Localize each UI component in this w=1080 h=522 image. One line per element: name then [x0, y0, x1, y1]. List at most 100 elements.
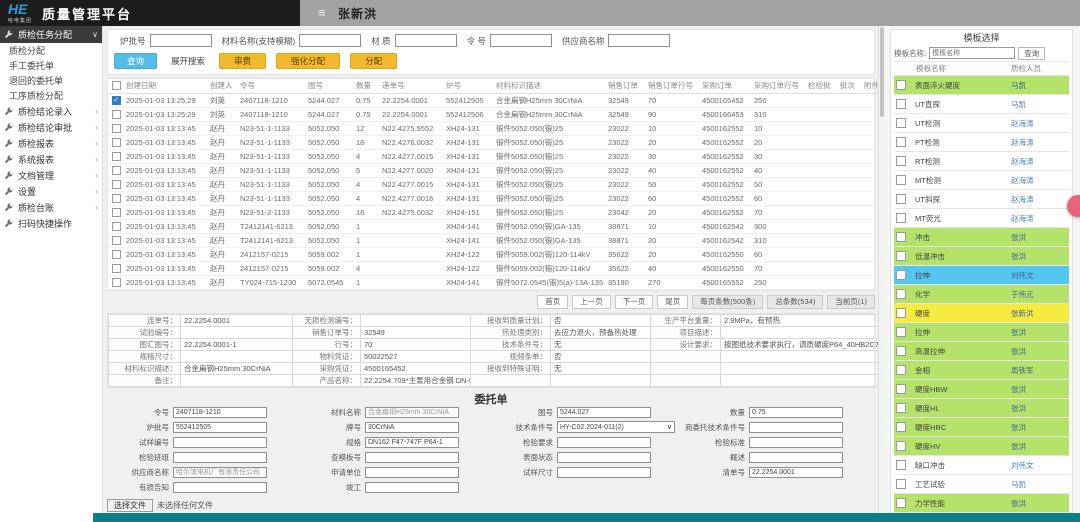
template-row-checkbox[interactable] [896, 232, 906, 242]
order-number-link[interactable]: TY024-715-1230 [238, 275, 306, 289]
inspector-name[interactable]: 张洪 [1011, 441, 1067, 452]
inspector-name[interactable]: 张洪 [1011, 327, 1067, 338]
sidebar-item[interactable]: 质检分配 [0, 43, 102, 58]
inspector-name[interactable]: 赵海涛 [1011, 213, 1067, 224]
inspector-name[interactable]: 周铁军 [1011, 365, 1067, 376]
template-row-checkbox[interactable] [896, 327, 906, 337]
form-input[interactable] [365, 452, 459, 463]
row-checkbox[interactable] [112, 180, 121, 189]
template-row-checkbox[interactable] [896, 270, 906, 280]
search-input[interactable] [395, 34, 457, 47]
row-checkbox[interactable] [112, 250, 121, 259]
assign-button[interactable]: 分配 [350, 53, 397, 69]
sidebar-item[interactable]: 质检任务分配∨ [0, 26, 102, 43]
select-all-checkbox[interactable] [112, 81, 121, 90]
inspector-name[interactable]: 张洪 [1011, 346, 1067, 357]
sidebar-item[interactable]: 退回的委托单 [0, 73, 102, 88]
table-row[interactable]: 2025-01-03 13:13:45赵丹T2412141-62135052.0… [108, 219, 879, 233]
inspector-name[interactable]: 赵海涛 [1011, 137, 1067, 148]
sidebar-item[interactable]: 系统报表‹ [0, 151, 102, 167]
template-row[interactable]: 拉伸张洪 [894, 323, 1069, 342]
template-row[interactable]: 冲击张洪 [894, 228, 1069, 247]
row-checkbox[interactable] [112, 236, 121, 245]
order-number-link[interactable]: 2407118-1210 [238, 107, 306, 121]
order-number-link[interactable]: N23-51-1-1133 [238, 135, 306, 149]
form-input[interactable] [557, 407, 651, 418]
table-row[interactable]: 2025-01-03 13:13:45赵丹N23-51-1-11335052.0… [108, 177, 879, 191]
order-number-link[interactable]: N23-51-1-1133 [238, 177, 306, 191]
sidebar-item[interactable]: 设置‹ [0, 183, 102, 199]
table-row[interactable]: 2025-01-03 13:13:45赵丹N23-51-1-11335052.0… [108, 121, 879, 135]
template-row[interactable]: 化学于伟元 [894, 285, 1069, 304]
prev-page-button[interactable]: 上一页 [572, 295, 611, 309]
inspector-name[interactable]: 赵海涛 [1011, 194, 1067, 205]
template-row-checkbox[interactable] [896, 346, 906, 356]
template-row-checkbox[interactable] [896, 289, 906, 299]
form-input[interactable] [173, 482, 267, 493]
next-page-button[interactable]: 下一页 [615, 295, 654, 309]
template-row-checkbox[interactable] [896, 460, 906, 470]
template-row-checkbox[interactable] [896, 194, 906, 204]
template-row[interactable]: UT直探马凯 [894, 95, 1069, 114]
template-row-checkbox[interactable] [896, 118, 906, 128]
form-input[interactable] [173, 407, 267, 418]
form-input[interactable] [557, 437, 651, 448]
inspector-name[interactable]: 马凯 [1011, 99, 1067, 110]
search-input[interactable] [490, 34, 552, 47]
form-input[interactable] [749, 437, 843, 448]
template-row[interactable]: 硬度HV张洪 [894, 437, 1069, 456]
row-checkbox[interactable] [112, 110, 121, 119]
enhanced-assign-button[interactable]: 强化分配 [276, 53, 340, 69]
order-number-link[interactable]: N23-51-1-1133 [238, 121, 306, 135]
template-row-checkbox[interactable] [896, 422, 906, 432]
template-row[interactable]: UT斜探赵海涛 [894, 190, 1069, 209]
template-row[interactable]: 工艺试验马凯 [894, 475, 1069, 494]
template-row-checkbox[interactable] [896, 156, 906, 166]
template-row-checkbox[interactable] [896, 213, 906, 223]
form-input[interactable] [749, 422, 843, 433]
sidebar-item[interactable]: 质检结论审批‹ [0, 119, 102, 135]
order-number-link[interactable]: N23-51-1-1133 [238, 149, 306, 163]
inspector-name[interactable]: 马凯 [1011, 80, 1067, 91]
template-row[interactable]: 低温冲击张洪 [894, 247, 1069, 266]
template-row-checkbox[interactable] [896, 80, 906, 90]
row-checkbox[interactable]: ✓ [112, 96, 121, 105]
template-row[interactable]: UT检测赵海涛 [894, 114, 1069, 133]
template-row-checkbox[interactable] [896, 99, 906, 109]
table-row[interactable]: 2025-01-03 13:13:45赵丹N23-51-2-11335052.0… [108, 205, 879, 219]
template-row-checkbox[interactable] [896, 251, 906, 261]
form-input[interactable] [557, 452, 651, 463]
table-row[interactable]: 2025-01-03 13:13:45赵丹N23-51-1-11335052.0… [108, 163, 879, 177]
inspector-name[interactable]: 赵海涛 [1011, 118, 1067, 129]
sidebar-item[interactable]: 质检结论录入‹ [0, 103, 102, 119]
template-row[interactable]: 硬度HL张洪 [894, 399, 1069, 418]
sidebar-item[interactable]: 质检台账‹ [0, 199, 102, 215]
sidebar-item[interactable]: 扫码快捷操作 [0, 215, 102, 231]
order-number-link[interactable]: T2412141-6213 [238, 219, 306, 233]
template-row[interactable]: PT检测赵海涛 [894, 133, 1069, 152]
first-page-button[interactable]: 首页 [537, 295, 568, 309]
table-row[interactable]: 2025-01-03 13:13:45赵丹N23-51-1-11335052.0… [108, 191, 879, 205]
form-input[interactable] [749, 407, 843, 418]
order-number-link[interactable]: 2412157-0215 [238, 247, 306, 261]
user-name[interactable]: 张新洪 [338, 5, 377, 22]
template-search-button[interactable]: 查询 [1018, 47, 1045, 60]
form-input[interactable] [365, 422, 459, 433]
table-row[interactable]: 2025-01-03 13:13:45赵丹N23-51-1-11335052.0… [108, 149, 879, 163]
row-checkbox[interactable] [112, 124, 121, 133]
search-input[interactable] [299, 34, 361, 47]
template-row[interactable]: 表面淬火硬度马凯 [894, 76, 1069, 95]
form-input[interactable] [557, 467, 651, 478]
order-number-link[interactable]: N23-51-1-1133 [238, 191, 306, 205]
hamburger-icon[interactable]: ≡ [318, 5, 326, 20]
last-page-button[interactable]: 尾页 [657, 295, 688, 309]
template-row-checkbox[interactable] [896, 479, 906, 489]
inspector-name[interactable]: 于伟元 [1011, 289, 1067, 300]
expand-search-button[interactable]: 展开搜索 [167, 53, 209, 69]
template-row[interactable]: MT荧光赵海涛 [894, 209, 1069, 228]
table-row[interactable]: 2025-01-03 13:25:29刘英2407118-12105244.02… [108, 107, 879, 121]
file-select-button[interactable]: 选择文件 [107, 499, 153, 512]
table-row[interactable]: ✓2025-01-03 13:25:29刘英2407118-12105244.0… [108, 93, 879, 107]
form-input[interactable] [173, 422, 267, 433]
inspector-name[interactable]: 赵海涛 [1011, 156, 1067, 167]
